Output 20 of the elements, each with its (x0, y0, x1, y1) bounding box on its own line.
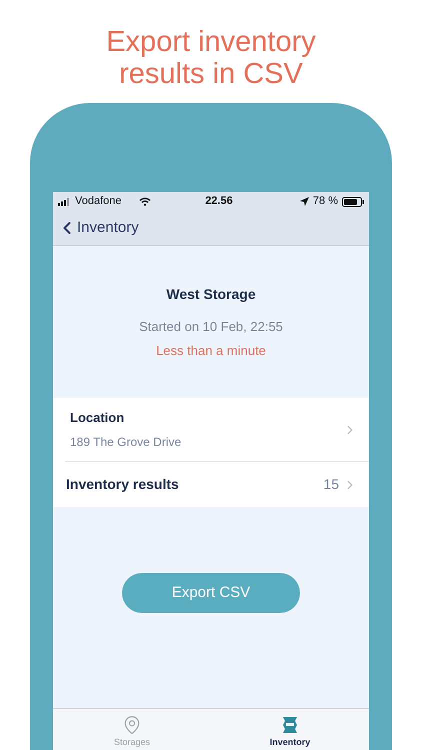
carrier-name: Vodafone (75, 194, 122, 210)
row-title: Inventory results (66, 475, 180, 494)
status-time: 22.56 (204, 194, 234, 210)
duration: Less than a minute (156, 342, 266, 360)
location-row[interactable]: Location 189 The Grove Drive (53, 398, 369, 461)
results-row[interactable]: Inventory results 15 (65, 461, 369, 507)
battery-icon (342, 196, 364, 206)
row-subtitle: 189 The Grove Drive (70, 434, 182, 452)
headline: Export inventory results in CSV (105, 26, 317, 90)
signal-icon (58, 198, 72, 206)
location-arrow-icon (300, 197, 309, 206)
wifi-icon (138, 197, 150, 206)
storage-name: West Storage (166, 285, 256, 304)
start-time: Started on 10 Feb, 22:55 (139, 318, 283, 336)
map-pin-icon (122, 714, 142, 734)
tab[interactable]: Inventory (211, 709, 369, 750)
back-button[interactable]: Inventory (57, 216, 139, 240)
result-count: 15 (323, 475, 339, 494)
row-title: Location (70, 408, 126, 427)
battery-level: 78 % (312, 194, 338, 210)
